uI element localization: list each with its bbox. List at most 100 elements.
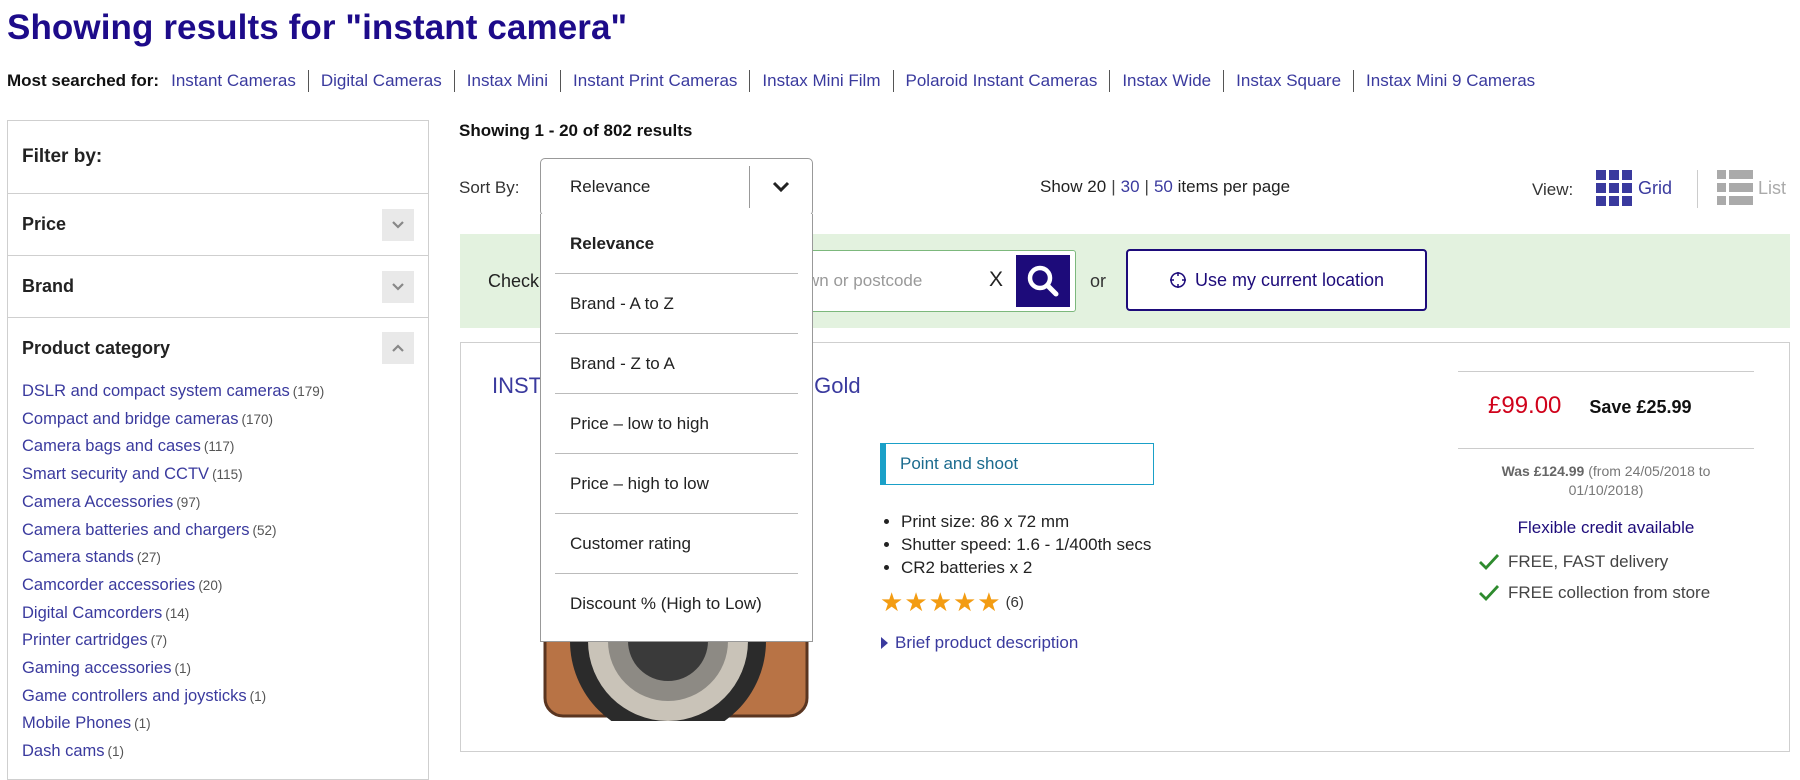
- delivery-text: FREE, FAST delivery: [1508, 552, 1669, 571]
- view-grid-button[interactable]: Grid: [1596, 170, 1672, 206]
- sort-option[interactable]: Price – high to low: [555, 454, 798, 514]
- list-icon: [1717, 170, 1753, 205]
- product-title-end[interactable]: Gold: [814, 373, 860, 398]
- category-name[interactable]: DSLR and compact system cameras: [22, 382, 290, 400]
- category-name[interactable]: Compact and bridge cameras: [22, 410, 238, 428]
- star-icon: ★: [904, 587, 928, 617]
- category-item[interactable]: Camera Accessories (97): [22, 489, 428, 517]
- brief-description-toggle[interactable]: Brief product description: [881, 633, 1078, 653]
- price-panel: £99.00 Save £25.99 Was £124.99 (from 24/…: [1458, 371, 1754, 603]
- category-item[interactable]: Camera bags and cases (117): [22, 433, 428, 461]
- most-searched-link[interactable]: Polaroid Instant Cameras: [892, 70, 1110, 92]
- category-item[interactable]: Dash cams (1): [22, 738, 428, 766]
- category-name[interactable]: Camera bags and cases: [22, 437, 201, 455]
- category-item[interactable]: Camera stands (27): [22, 544, 428, 572]
- category-item[interactable]: Gaming accessories (1): [22, 655, 428, 683]
- search-button[interactable]: [1016, 255, 1070, 307]
- category-name[interactable]: Camera batteries and chargers: [22, 521, 249, 539]
- chevron-down-icon[interactable]: [382, 208, 414, 241]
- sort-option[interactable]: Brand - Z to A: [555, 334, 798, 394]
- most-searched-link[interactable]: Instax Wide: [1109, 70, 1223, 92]
- category-item[interactable]: Camera batteries and chargers (52): [22, 517, 428, 545]
- category-count: (97): [176, 494, 201, 510]
- category-item[interactable]: Mobile Phones (1): [22, 710, 428, 738]
- category-item[interactable]: Game controllers and joysticks (1): [22, 683, 428, 711]
- sort-option[interactable]: Discount % (High to Low): [555, 574, 798, 634]
- category-count: (52): [252, 522, 277, 538]
- category-name[interactable]: Dash cams: [22, 742, 105, 760]
- per-page-option[interactable]: 30: [1121, 177, 1140, 196]
- star-icon: ★: [952, 587, 977, 617]
- category-count: (20): [198, 577, 223, 593]
- category-name[interactable]: Mobile Phones: [22, 714, 131, 732]
- category-count: (117): [203, 439, 235, 455]
- results-count: Showing 1 - 20 of 802 results: [459, 121, 693, 140]
- view-label: View:: [1532, 180, 1574, 199]
- most-searched-link[interactable]: Instax Mini: [453, 70, 560, 92]
- was-price-dates: (from 24/05/2018 to 01/10/2018): [1568, 463, 1711, 498]
- star-icon: ★: [928, 587, 952, 617]
- category-item[interactable]: DSLR and compact system cameras (179): [22, 378, 428, 406]
- most-searched-link[interactable]: Instant Cameras: [171, 70, 308, 92]
- category-count: (170): [241, 411, 273, 427]
- spec-list: Print size: 86 x 72 mm Shutter speed: 1.…: [879, 510, 1151, 579]
- spec-item: CR2 batteries x 2: [901, 556, 1151, 579]
- view-list-button[interactable]: List: [1717, 170, 1786, 206]
- category-item[interactable]: Camcorder accessories (20): [22, 572, 428, 600]
- chevron-up-icon[interactable]: [382, 332, 414, 364]
- product-title-start[interactable]: INST: [492, 373, 542, 398]
- facet-product-category[interactable]: Product category: [8, 318, 428, 378]
- use-location-label: Use my current location: [1194, 269, 1385, 290]
- grid-icon: [1596, 170, 1632, 206]
- sort-option[interactable]: Price – low to high: [555, 394, 798, 454]
- per-page-option[interactable]: 50: [1154, 177, 1173, 196]
- category-name[interactable]: Printer cartridges: [22, 631, 148, 649]
- category-count: (115): [212, 467, 243, 483]
- category-name[interactable]: Camcorder accessories: [22, 576, 195, 594]
- chevron-down-icon[interactable]: [749, 166, 812, 208]
- most-searched-link[interactable]: Instax Mini 9 Cameras: [1353, 70, 1547, 92]
- sort-selected-value: Relevance: [570, 177, 651, 196]
- most-searched-link[interactable]: Instax Square: [1223, 70, 1353, 92]
- category-item[interactable]: Digital Camcorders (14): [22, 600, 428, 628]
- sort-option[interactable]: Brand - A to Z: [555, 274, 798, 334]
- category-item[interactable]: Smart security and CCTV (115): [22, 461, 428, 489]
- category-name[interactable]: Camera stands: [22, 548, 134, 566]
- save-amount: Save £25.99: [1589, 397, 1692, 417]
- most-searched-link[interactable]: Instant Print Cameras: [560, 70, 749, 92]
- most-searched-link[interactable]: Digital Cameras: [307, 70, 454, 92]
- spec-item: Shutter speed: 1.6 - 1/400th secs: [901, 533, 1151, 556]
- sort-select[interactable]: Relevance: [540, 158, 813, 216]
- category-name[interactable]: Camera Accessories: [22, 493, 173, 511]
- category-name[interactable]: Digital Camcorders: [22, 604, 162, 622]
- flexible-credit-link[interactable]: Flexible credit available: [1458, 518, 1754, 538]
- sort-option[interactable]: Customer rating: [555, 514, 798, 574]
- category-item[interactable]: Printer cartridges (7): [22, 627, 428, 655]
- sort-dropdown-menu: Relevance Brand - A to Z Brand - Z to A …: [540, 214, 813, 642]
- brief-description-label: Brief product description: [895, 633, 1079, 652]
- collection-info: FREE collection from store: [1478, 583, 1754, 603]
- product-rating[interactable]: ★ ★ ★ ★ ★ (6): [880, 589, 1024, 615]
- category-name[interactable]: Game controllers and joysticks: [22, 687, 247, 705]
- store-check-label: Check: [488, 271, 540, 291]
- clear-icon[interactable]: X: [989, 268, 1003, 292]
- category-list: DSLR and compact system cameras (179) Com…: [8, 378, 428, 766]
- category-count: (7): [150, 633, 168, 649]
- category-count: (1): [174, 661, 191, 677]
- star-icon: ★: [977, 587, 1001, 617]
- filter-sidebar: Filter by: Price Brand Product category …: [7, 120, 429, 780]
- facet-price[interactable]: Price: [8, 194, 428, 256]
- filter-by-heading: Filter by:: [8, 121, 428, 194]
- most-searched-link[interactable]: Instax Mini Film: [749, 70, 892, 92]
- sort-option[interactable]: Relevance: [555, 214, 798, 274]
- category-name[interactable]: Gaming accessories: [22, 659, 171, 677]
- category-name[interactable]: Smart security and CCTV: [22, 465, 209, 483]
- store-or-text: or: [1090, 271, 1107, 291]
- facet-brand[interactable]: Brand: [8, 256, 428, 318]
- was-price: Was £124.99 (from 24/05/2018 to 01/10/20…: [1458, 449, 1754, 500]
- category-item[interactable]: Compact and bridge cameras (170): [22, 406, 428, 434]
- chevron-down-icon[interactable]: [382, 270, 414, 303]
- feature-tag: Point and shoot: [880, 443, 1154, 485]
- use-current-location-button[interactable]: Use my current location: [1126, 249, 1427, 311]
- items-per-page: Show 20 | 30 | 50 items per page: [1040, 177, 1291, 196]
